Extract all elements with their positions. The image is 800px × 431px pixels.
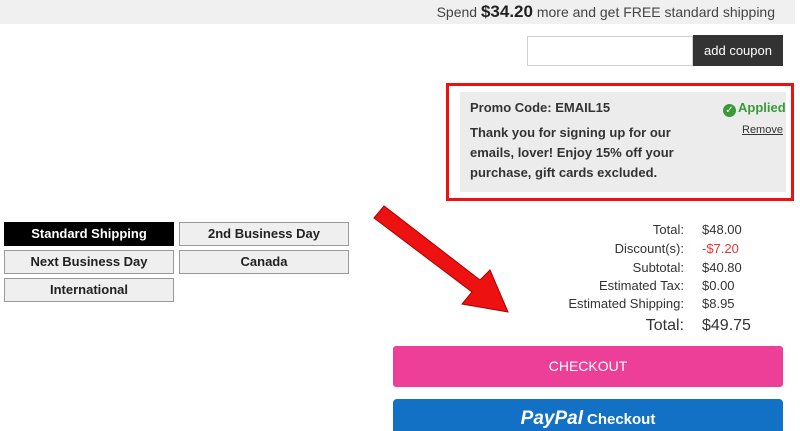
grand-total-label: Total: [645, 317, 684, 334]
applied-label: Applied [738, 100, 786, 115]
summary-discount-value: -$7.20 [702, 241, 739, 256]
shipping-option-standard[interactable]: Standard Shipping [4, 222, 174, 246]
banner-prefix: Spend [436, 4, 481, 20]
paypal-checkout-button[interactable]: PayPal Checkout [393, 399, 783, 431]
shipping-option-next-day[interactable]: Next Business Day [4, 250, 174, 274]
checkout-button[interactable]: CHECKOUT [393, 346, 783, 387]
free-shipping-banner: Spend $34.20 more and get FREE standard … [0, 0, 795, 24]
summary-shipping-value: $8.95 [702, 296, 735, 311]
summary-total-value: $48.00 [702, 222, 742, 237]
paypal-logo-text: PayPal [520, 408, 583, 429]
summary-tax-label: Estimated Tax: [598, 278, 684, 293]
grand-total-value: $49.75 [702, 317, 751, 334]
coupon-code-input[interactable] [527, 36, 693, 66]
summary-shipping-label: Estimated Shipping: [568, 296, 684, 311]
summary-discount-label: Discount(s): [614, 241, 684, 256]
shipping-option-2nd-day[interactable]: 2nd Business Day [179, 222, 349, 246]
banner-amount: $34.20 [480, 2, 533, 21]
red-arrow-annotation [373, 205, 509, 313]
shipping-option-international[interactable]: International [4, 278, 174, 302]
remove-promo-link[interactable]: Remove [742, 124, 783, 136]
summary-tax-value: $0.00 [702, 278, 735, 293]
shipping-option-canada[interactable]: Canada [179, 250, 349, 274]
promo-code-title: Promo Code: EMAIL15 [470, 100, 611, 115]
promo-applied-status: ✓ Applied [723, 100, 786, 117]
summary-subtotal-value: $40.80 [702, 260, 742, 275]
check-circle-icon: ✓ [723, 104, 736, 117]
add-coupon-button[interactable]: add coupon [693, 35, 783, 66]
promo-message: Thank you for signing up for our emails,… [470, 125, 674, 180]
summary-subtotal-label: Subtotal: [632, 260, 684, 275]
banner-suffix: more and get FREE standard shipping [532, 4, 775, 20]
summary-total-label: Total: [652, 222, 684, 237]
paypal-checkout-label: Checkout [586, 411, 656, 428]
